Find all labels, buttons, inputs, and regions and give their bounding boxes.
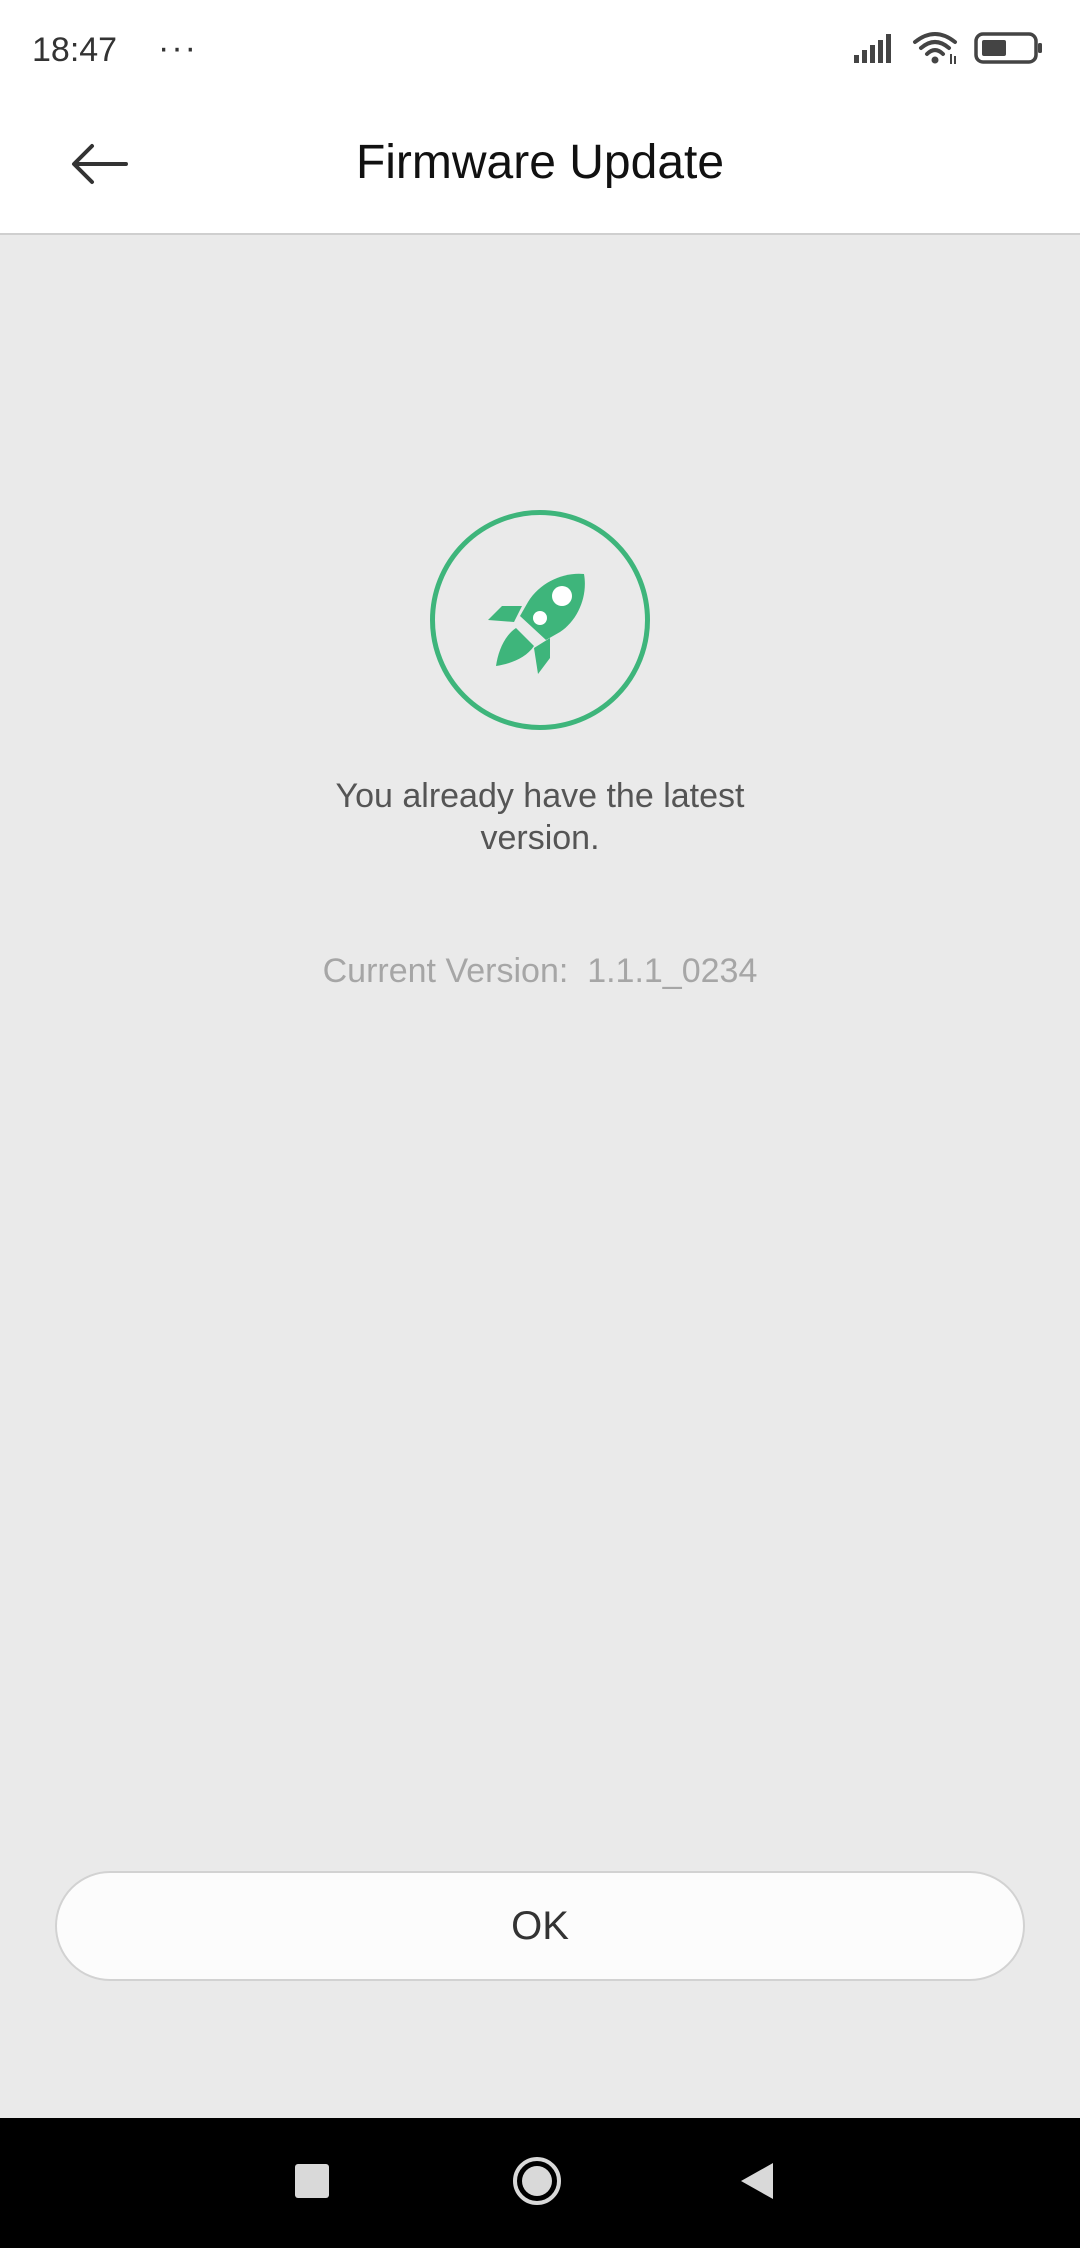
battery-icon bbox=[974, 31, 1044, 70]
back-button[interactable] bbox=[60, 126, 140, 206]
ok-button[interactable]: OK bbox=[55, 1871, 1025, 1981]
rocket-badge bbox=[430, 510, 650, 730]
rocket-icon bbox=[480, 558, 600, 683]
status-bar: 18:47 ··· bbox=[0, 0, 1080, 100]
system-back-button[interactable] bbox=[720, 2153, 794, 2213]
wifi-icon bbox=[912, 30, 958, 71]
current-version: Current Version: 1.1.1_0234 bbox=[322, 952, 758, 990]
system-nav-bar bbox=[0, 2118, 1080, 2248]
status-message: You already have the latest version. bbox=[335, 777, 745, 857]
recent-apps-button[interactable] bbox=[275, 2153, 349, 2213]
signal-icon bbox=[852, 31, 896, 70]
home-icon bbox=[511, 2155, 563, 2212]
home-button[interactable] bbox=[500, 2153, 574, 2213]
app-header: Firmware Update bbox=[0, 100, 1080, 235]
status-time: 18:47 bbox=[32, 31, 118, 69]
status-icons bbox=[852, 30, 1044, 70]
recent-apps-icon bbox=[295, 2163, 329, 2203]
notification-more-icon: ··· bbox=[158, 29, 198, 67]
page-title: Firmware Update bbox=[355, 136, 725, 189]
back-arrow-icon bbox=[70, 142, 130, 191]
back-icon bbox=[739, 2161, 775, 2206]
